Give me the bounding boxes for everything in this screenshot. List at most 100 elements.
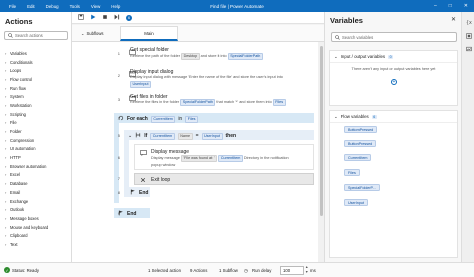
minimize-button[interactable]: – <box>434 3 437 9</box>
variable-token: UserInput <box>130 80 151 88</box>
search-variables-placeholder: Search variables <box>342 34 374 40</box>
menu-help[interactable]: Help <box>111 4 120 9</box>
variable-token: CurrentItem <box>150 132 175 140</box>
flag-icon <box>130 189 136 197</box>
category-exchange[interactable]: › Exchange <box>0 197 71 206</box>
variable-chip[interactable]: Files <box>344 169 360 176</box>
category-ui-automation[interactable]: › UI automation <box>0 145 71 154</box>
menu-tools[interactable]: Tools <box>70 4 80 9</box>
category-run-flow[interactable]: › Run flow <box>0 84 71 93</box>
flag-icon <box>118 210 124 218</box>
subflows-dropdown[interactable]: ⌄ Subflows <box>81 31 104 36</box>
loop-icon <box>118 115 124 123</box>
search-icon <box>335 34 340 40</box>
io-variables-section: ⌄ Input / output variables 0 There aren'… <box>329 50 458 106</box>
category-system[interactable]: › System <box>0 92 71 101</box>
variable-token: SpecialFolderPath <box>180 99 216 106</box>
category-conditionals[interactable]: › Conditionals <box>0 58 71 67</box>
category-browser-automation[interactable]: › Browser automation <box>0 162 71 171</box>
variable-token: Files <box>185 115 199 123</box>
variable-chip[interactable]: SpecialFolderP... <box>344 184 380 191</box>
category-text[interactable]: › Text <box>0 240 71 249</box>
category-flow-control[interactable]: › Flow control <box>0 75 71 84</box>
category-http[interactable]: › HTTP <box>0 153 71 162</box>
step-count-badge: 6 <box>126 14 132 21</box>
category-message-boxes[interactable]: › Message boxes <box>0 214 71 223</box>
menu-edit[interactable]: Edit <box>27 4 35 9</box>
close-window-button[interactable]: ✕ <box>464 3 468 9</box>
run-delay-stepper[interactable]: ▲ ▼ <box>305 265 308 274</box>
actions-panel-title: Actions <box>5 17 33 26</box>
action-row-exit-loop[interactable]: Exit loop <box>134 173 314 185</box>
category-folder[interactable]: › Folder <box>0 127 71 136</box>
stop-icon[interactable] <box>102 14 108 22</box>
variable-chip[interactable]: CurrentItem <box>344 154 372 161</box>
variable-chip[interactable]: UserInput <box>344 199 368 206</box>
category-compression[interactable]: › Compression <box>0 136 71 145</box>
variable-token: Files <box>272 99 286 106</box>
io-empty-note: There aren't any input or output variabl… <box>351 67 436 71</box>
save-icon[interactable] <box>78 13 84 22</box>
variable-token: CurrentItem <box>150 115 176 123</box>
chevron-down-icon: ⌄ <box>334 53 338 59</box>
action-description: Retrieve the files in the folder Special… <box>130 99 286 106</box>
category-database[interactable]: › Database <box>0 179 71 188</box>
status-text: Status: Ready <box>12 267 39 273</box>
close-icon[interactable]: ✕ <box>451 16 456 23</box>
line-number: 2 <box>117 73 120 78</box>
category-variables[interactable]: › Variables <box>0 49 71 58</box>
maximize-button[interactable]: □ <box>449 3 452 9</box>
right-side-rail: {x} <box>461 12 474 262</box>
category-workstation[interactable]: › Workstation <box>0 101 71 110</box>
io-variables-header[interactable]: ⌄ Input / output variables 0 <box>330 51 457 63</box>
folder-token: Desktop <box>181 52 200 60</box>
variables-pane-icon[interactable]: {x} <box>465 18 472 25</box>
search-variables-input[interactable]: Search variables <box>331 32 457 42</box>
condition-icon <box>135 132 141 140</box>
checkmark-icon: ✓ <box>4 267 10 273</box>
scrollbar-thumb[interactable] <box>319 46 323 216</box>
chevron-down-icon: ⌄ <box>334 113 338 119</box>
variables-panel-title: Variables <box>330 16 363 25</box>
images-icon[interactable] <box>465 45 472 52</box>
category-mouse-and-keyboard[interactable]: › Mouse and keyboard <box>0 223 71 232</box>
action-row-display-message[interactable]: Display message Display message 'File wa… <box>134 144 314 170</box>
for-each-statement: For each CurrentItem in Files <box>118 115 199 123</box>
run-delay-input[interactable]: 100 <box>280 265 304 275</box>
category-email[interactable]: › Email <box>0 188 71 197</box>
variable-chip[interactable]: ButtonPressed <box>344 140 377 147</box>
exit-loop-icon <box>139 176 147 184</box>
subflows-label: Subflows <box>86 31 104 36</box>
variable-chip[interactable]: BottomPressed <box>344 126 378 133</box>
chevron-down-icon: ⌄ <box>128 133 133 139</box>
menu-file[interactable]: File <box>9 4 16 9</box>
variable-token: CurrentItem <box>218 154 243 162</box>
run-delay-label: Run delay <box>252 267 272 273</box>
line-number: 6 <box>117 155 120 160</box>
subflow-tabs-row: ⌄ Subflows Main <box>72 25 324 42</box>
search-actions-input[interactable]: Search actions <box>4 31 68 40</box>
menu-debug[interactable]: Debug <box>46 4 59 9</box>
category-outlook[interactable]: › Outlook <box>0 205 71 214</box>
run-next-action-icon[interactable] <box>114 14 120 22</box>
category-excel[interactable]: › Excel <box>0 171 71 180</box>
action-description: Display message 'File was found at: ' Cu… <box>151 154 289 167</box>
flow-variables-header[interactable]: ⌄ Flow variables 6 <box>330 111 457 123</box>
variable-token: UserInput <box>201 132 223 140</box>
category-loops[interactable]: › Loops <box>0 66 71 75</box>
ui-elements-icon[interactable] <box>465 32 472 39</box>
add-variable-icon[interactable]: + <box>391 79 397 85</box>
category-clipboard[interactable]: › Clipboard <box>0 231 71 240</box>
run-icon[interactable] <box>90 14 96 22</box>
menu-bar: File Edit Debug Tools View Help <box>0 4 120 9</box>
message-icon <box>139 149 147 157</box>
count-badge: 0 <box>388 54 394 59</box>
tab-main[interactable]: Main <box>120 26 178 41</box>
end-loop-statement: End <box>118 210 136 218</box>
action-title: Exit loop <box>151 177 171 183</box>
search-actions-placeholder: Search actions <box>15 33 43 38</box>
chevron-down-icon: ⌄ <box>81 31 85 36</box>
category-file[interactable]: › File <box>0 119 71 128</box>
category-scripting[interactable]: › Scripting <box>0 110 71 119</box>
menu-view[interactable]: View <box>91 4 100 9</box>
